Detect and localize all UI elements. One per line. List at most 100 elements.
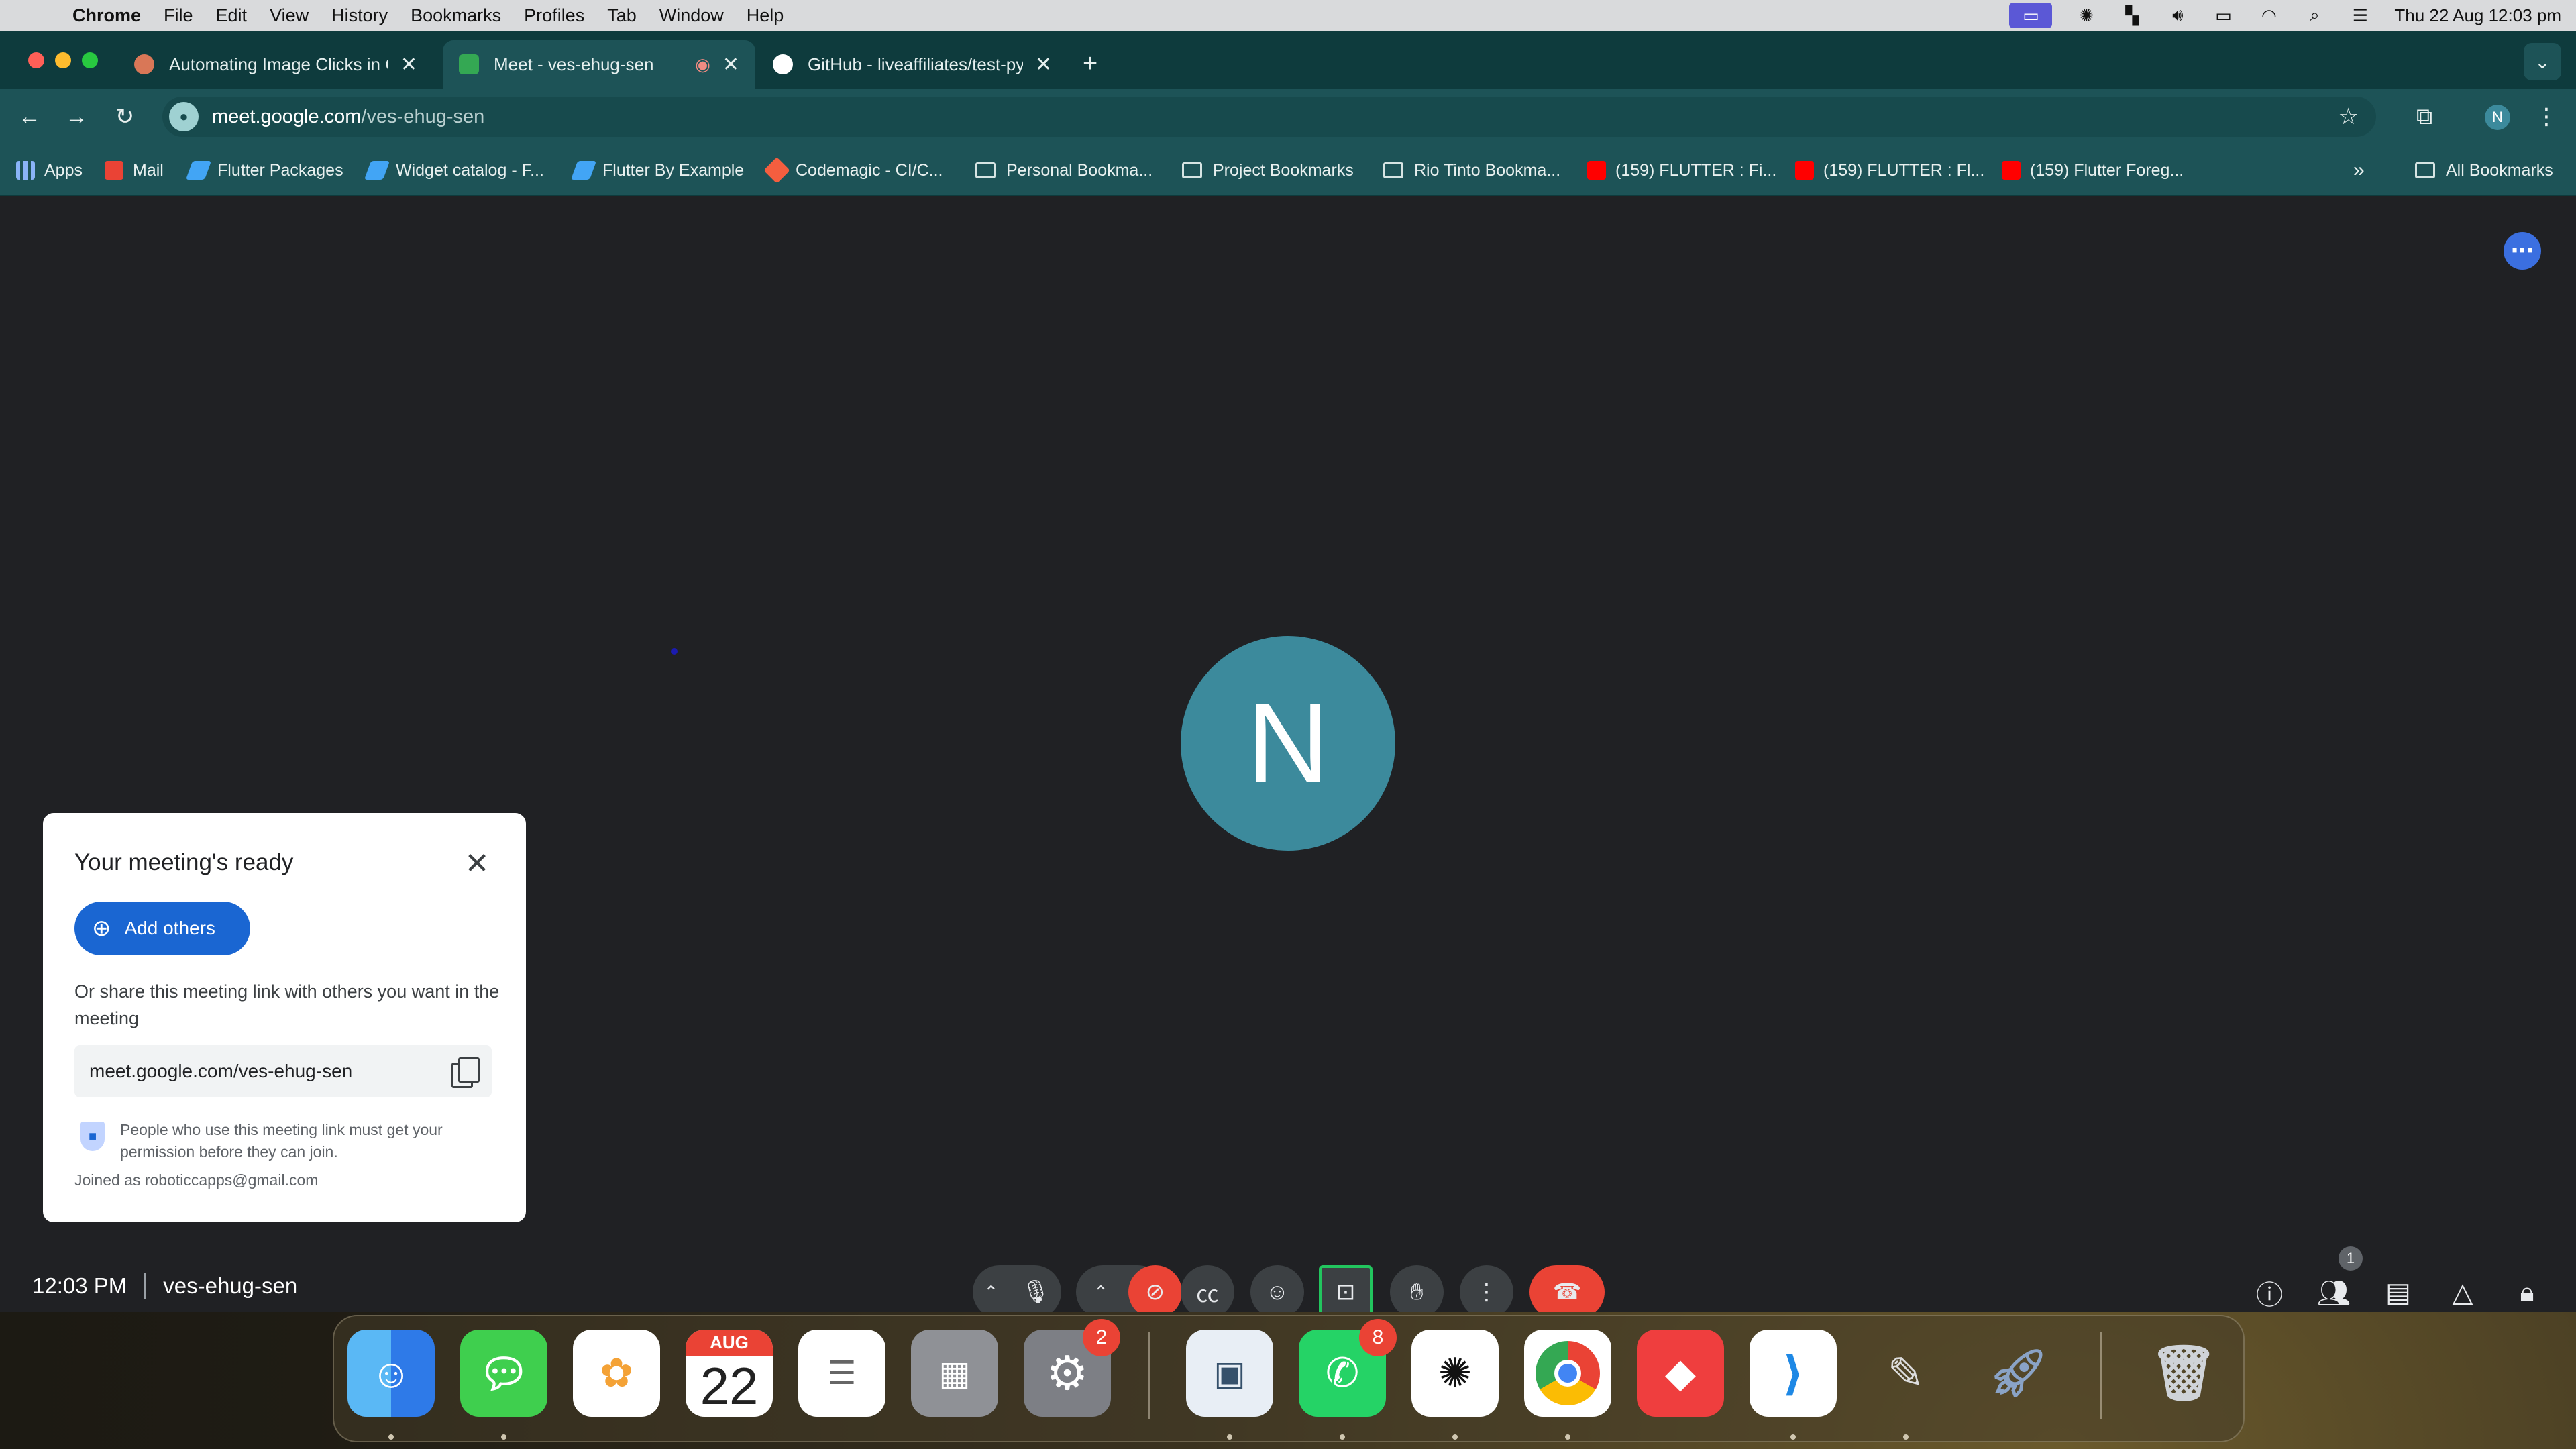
bookmark-mail[interactable]: Mail xyxy=(105,157,164,184)
copy-icon[interactable] xyxy=(451,1057,480,1088)
volume-icon[interactable]: 🔊︎ xyxy=(2166,5,2189,25)
camera-off-icon[interactable]: ⊘ xyxy=(1128,1265,1182,1312)
zoom-window-button[interactable] xyxy=(82,52,98,68)
launchpad-icon[interactable]: ▦ xyxy=(911,1330,998,1417)
menu-app-name[interactable]: Chrome xyxy=(72,5,141,26)
trash-icon[interactable]: 🗑︎ xyxy=(2140,1330,2227,1417)
reactions-button[interactable]: ☺ xyxy=(1250,1265,1304,1312)
microphone-icon[interactable]: 🎙︎ xyxy=(1021,1279,1050,1305)
more-options-icon[interactable]: ⋯ xyxy=(2504,232,2541,270)
tab-title: GitHub - liveaffiliates/test-py xyxy=(808,54,1023,74)
messages-icon[interactable]: 💬︎ xyxy=(460,1330,547,1417)
menu-view[interactable]: View xyxy=(270,5,309,26)
finder-icon[interactable]: ☺ xyxy=(347,1330,435,1417)
bookmark-folder-rio-tinto[interactable]: Rio Tinto Bookma... xyxy=(1383,157,1560,184)
menu-history[interactable]: History xyxy=(331,5,388,26)
youtube-icon xyxy=(1795,161,1814,180)
control-center-icon[interactable]: ☰ xyxy=(2349,5,2371,25)
address-bar[interactable]: ● meet.google.com/ves-ehug-sen ☆ xyxy=(162,97,2376,137)
preview-icon[interactable]: ▣ xyxy=(1186,1330,1273,1417)
calendar-icon[interactable]: AUG 22 xyxy=(686,1330,773,1417)
tab-claude[interactable]: Automating Image Clicks in C ✕ xyxy=(118,40,433,89)
vscode-icon[interactable]: ⟩ xyxy=(1750,1330,1837,1417)
bookmark-star-icon[interactable]: ☆ xyxy=(2339,103,2359,130)
raise-hand-button[interactable]: ✋︎ xyxy=(1390,1265,1444,1312)
host-controls-icon[interactable]: 🔒︎ xyxy=(2504,1269,2551,1312)
more-options-button[interactable]: ⋮ xyxy=(1460,1265,1513,1312)
tab-search-icon[interactable]: ⌄ xyxy=(2524,43,2561,80)
back-icon[interactable]: ← xyxy=(11,98,48,136)
menu-edit[interactable]: Edit xyxy=(216,5,248,26)
anydesk-icon[interactable]: ◆ xyxy=(1637,1330,1724,1417)
bookmark-apps[interactable]: Apps xyxy=(16,157,83,184)
captions-button[interactable]: ㏄ xyxy=(1181,1265,1234,1312)
profile-avatar[interactable]: N xyxy=(2485,105,2510,130)
bookmark-folder-personal[interactable]: Personal Bookma... xyxy=(975,157,1152,184)
menu-file[interactable]: File xyxy=(164,5,193,26)
close-window-button[interactable] xyxy=(28,52,44,68)
battery-icon[interactable]: ▭ xyxy=(2212,5,2235,25)
menu-bookmarks[interactable]: Bookmarks xyxy=(411,5,501,26)
forward-icon[interactable]: → xyxy=(58,98,95,136)
video-options-chevron-icon[interactable]: ⌃ xyxy=(1093,1282,1108,1303)
screen-share-status-icon[interactable]: ▭ xyxy=(2009,3,2053,28)
spotlight-search-icon[interactable]: ⌕ xyxy=(2303,5,2326,25)
people-icon[interactable]: 👥︎ xyxy=(2310,1269,2357,1312)
meeting-link[interactable]: meet.google.com/ves-ehug-sen xyxy=(89,1061,451,1082)
reminders-icon[interactable]: ☰ xyxy=(798,1330,885,1417)
bookmark-youtube-3[interactable]: (159) Flutter Foreg... xyxy=(2002,157,2184,184)
chrome-icon[interactable] xyxy=(1524,1330,1611,1417)
present-screen-button[interactable]: ⊡ xyxy=(1319,1265,1373,1312)
photos-icon[interactable]: ✿ xyxy=(573,1330,660,1417)
dock-divider xyxy=(1148,1332,1150,1419)
settings-notification-badge: 2 xyxy=(1083,1319,1120,1356)
gimp-icon[interactable]: ✎ xyxy=(1862,1330,1949,1417)
bookmark-widget-catalog[interactable]: Widget catalog - F... xyxy=(364,157,544,184)
tab-github[interactable]: GitHub - liveaffiliates/test-py ✕ xyxy=(757,40,1068,89)
bookmark-flutter-by-example[interactable]: Flutter By Example xyxy=(570,157,744,184)
tab-meet[interactable]: Meet - ves-ehug-sen ◉ ✕ xyxy=(443,40,755,89)
running-indicator xyxy=(1565,1434,1570,1440)
close-tab-icon[interactable]: ✕ xyxy=(400,53,417,76)
add-others-button[interactable]: ⊕ Add others xyxy=(74,902,250,955)
leave-call-button[interactable]: ☎︎ xyxy=(1529,1265,1605,1312)
audio-options-chevron-icon[interactable]: ⌃ xyxy=(984,1282,999,1303)
menu-clock[interactable]: Thu 22 Aug 12:03 pm xyxy=(2394,5,2561,26)
chatgpt-icon[interactable]: ✺ xyxy=(1411,1330,1499,1417)
running-indicator xyxy=(388,1434,394,1440)
menu-help[interactable]: Help xyxy=(747,5,784,26)
reload-icon[interactable]: ↻ xyxy=(106,98,144,136)
close-tab-icon[interactable]: ✕ xyxy=(722,53,739,76)
chatgpt-menu-icon[interactable]: ✺ xyxy=(2075,5,2098,25)
browser-toolbar: ← → ↻ ● meet.google.com/ves-ehug-sen ☆ ⧉… xyxy=(0,89,2576,145)
site-mic-icon[interactable]: ● xyxy=(169,102,199,131)
dock-divider xyxy=(2100,1332,2102,1419)
bookmark-codemagic[interactable]: Codemagic - CI/C... xyxy=(763,157,943,184)
bookmark-flutter-packages[interactable]: Flutter Packages xyxy=(185,157,343,184)
wifi-icon[interactable]: ◠ xyxy=(2257,5,2280,25)
bookmark-folder-project[interactable]: Project Bookmarks xyxy=(1182,157,1354,184)
meeting-ready-card: Your meeting's ready ✕ ⊕ Add others Or s… xyxy=(43,813,526,1222)
python-launcher-icon[interactable]: 🚀︎ xyxy=(1975,1330,2062,1417)
bookmark-all[interactable]: All Bookmarks xyxy=(2415,157,2553,184)
bookmark-youtube-1[interactable]: (159) FLUTTER : Fi... xyxy=(1587,157,1776,184)
extensions-icon[interactable]: ⧉ xyxy=(2406,98,2443,136)
menu-window[interactable]: Window xyxy=(659,5,724,26)
bookmarks-overflow-icon[interactable]: » xyxy=(2353,157,2365,184)
chrome-menu-icon[interactable]: ⋮ xyxy=(2528,98,2565,136)
menu-profiles[interactable]: Profiles xyxy=(524,5,584,26)
bookmark-youtube-2[interactable]: (159) FLUTTER : Fl... xyxy=(1795,157,1984,184)
share-instructions: Or share this meeting link with others y… xyxy=(74,981,500,1028)
address-url[interactable]: meet.google.com/ves-ehug-sen xyxy=(212,106,484,128)
meeting-details-icon[interactable]: ⓘ xyxy=(2246,1269,2293,1312)
new-tab-icon[interactable]: + xyxy=(1083,50,1097,78)
running-indicator xyxy=(1340,1434,1345,1440)
window-manager-icon[interactable]: ▚ xyxy=(2121,5,2143,25)
close-tab-icon[interactable]: ✕ xyxy=(1035,53,1052,76)
menu-tab[interactable]: Tab xyxy=(607,5,637,26)
minimize-window-button[interactable] xyxy=(55,52,71,68)
activities-icon[interactable]: △ xyxy=(2439,1269,2486,1312)
chat-icon[interactable]: ▤ xyxy=(2375,1269,2422,1312)
github-icon xyxy=(773,54,793,74)
close-icon[interactable]: ✕ xyxy=(460,847,494,880)
